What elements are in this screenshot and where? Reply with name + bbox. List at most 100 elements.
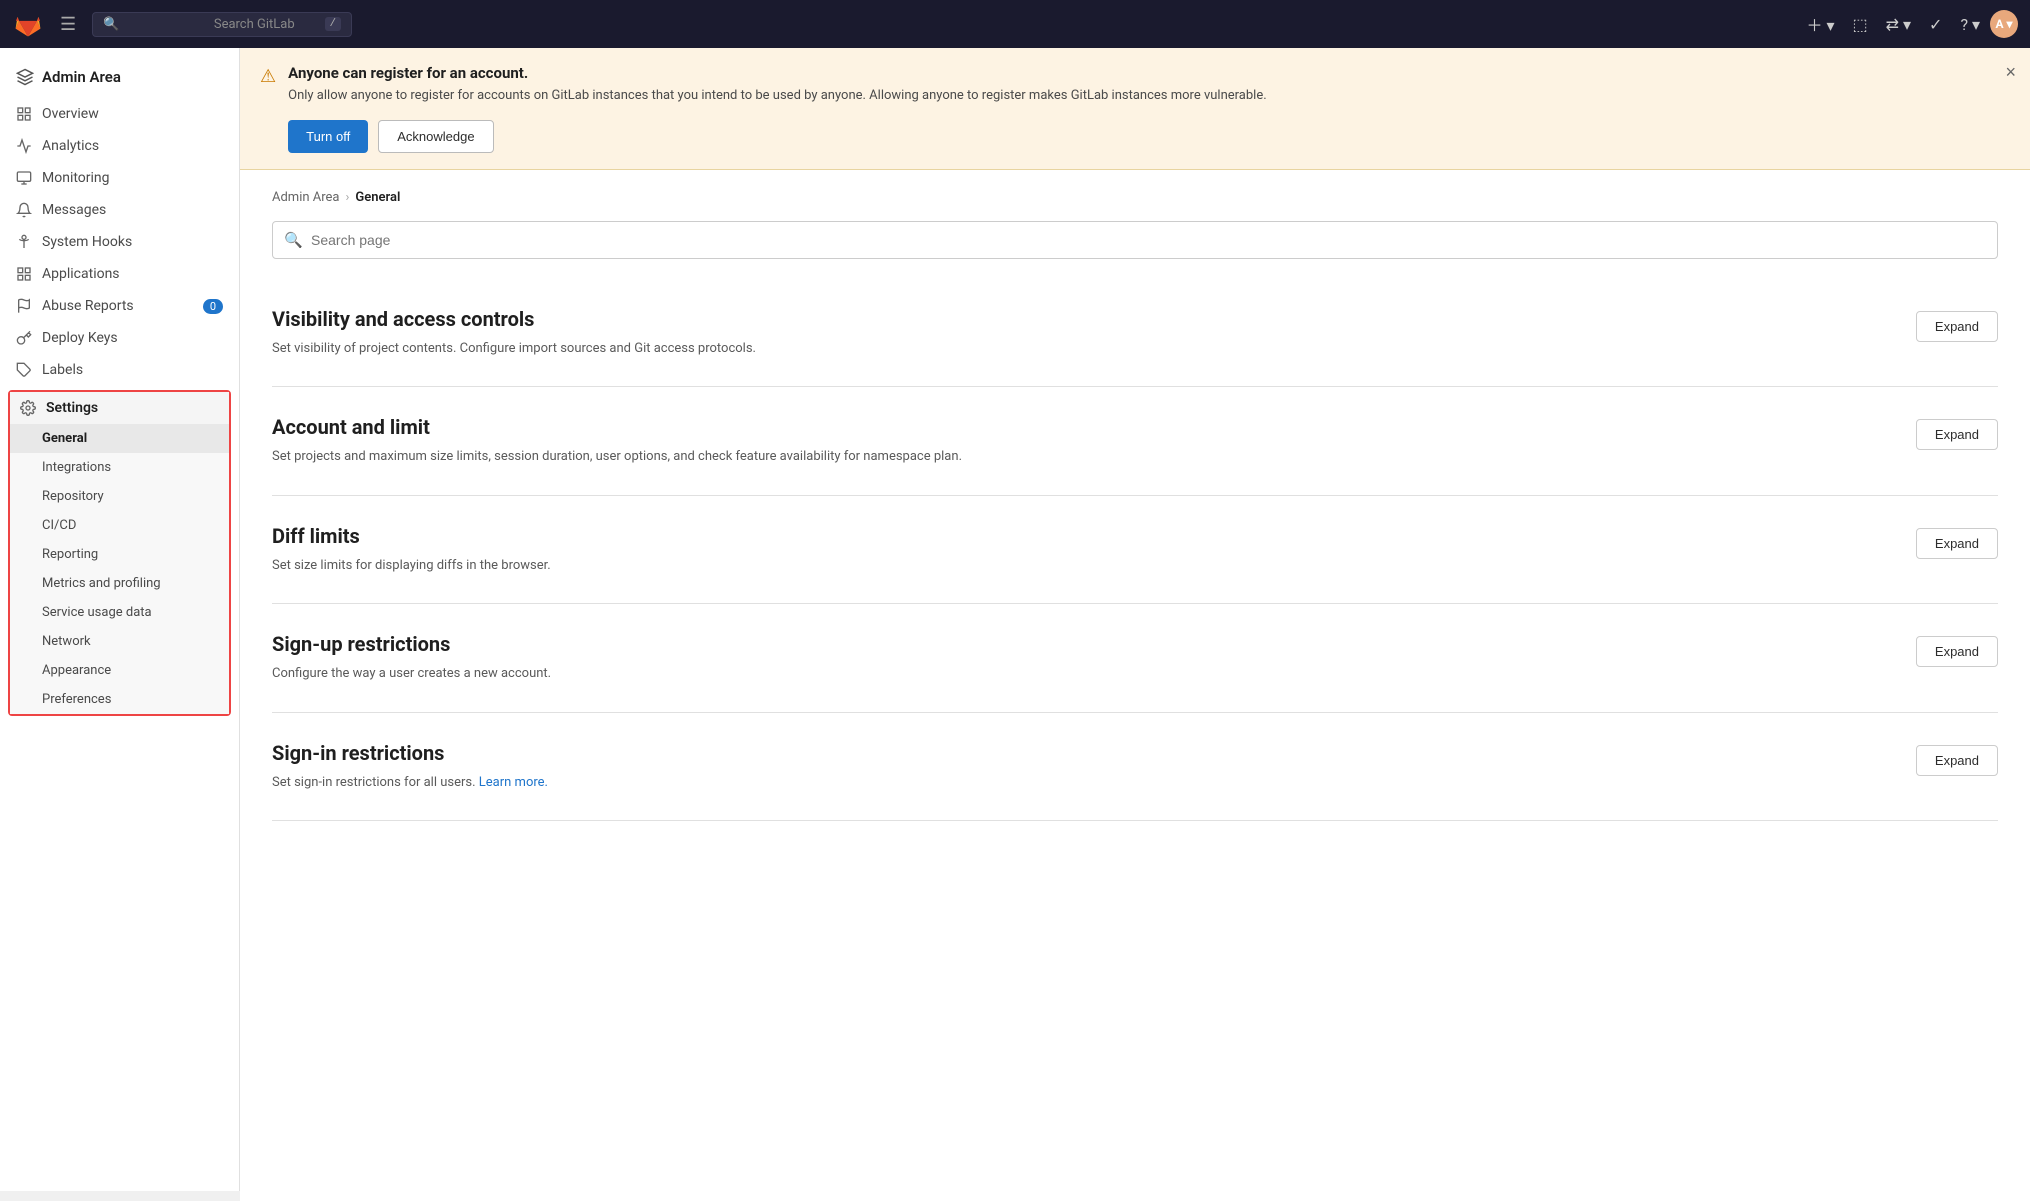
system-hooks-icon [16, 234, 32, 250]
section-description: Set sign-in restrictions for all users. … [272, 773, 548, 793]
section-title: Sign-up restrictions [272, 632, 551, 656]
sidebar-item-label: Overview [42, 106, 99, 122]
sidebar-subitem-metrics[interactable]: Metrics and profiling [10, 569, 229, 598]
section-description: Set projects and maximum size limits, se… [272, 447, 962, 467]
sidebar-item-label: Applications [42, 266, 120, 282]
main-content: ⚠ Anyone can register for an account. On… [240, 48, 2030, 1201]
warning-icon: ⚠ [260, 66, 276, 87]
section-title: Visibility and access controls [272, 307, 756, 331]
section-text: Visibility and access controls Set visib… [272, 307, 756, 359]
section-text: Account and limit Set projects and maxim… [272, 415, 962, 467]
section-header: Sign-in restrictions Set sign-in restric… [272, 741, 1998, 793]
sidebar-item-label: Deploy Keys [42, 330, 118, 346]
abuse-reports-icon [16, 298, 32, 314]
messages-icon [16, 202, 32, 218]
sidebar-subitem-service-usage[interactable]: Service usage data [10, 598, 229, 627]
sidebar-item-messages[interactable]: Messages [0, 194, 239, 226]
expand-signup-button[interactable]: Expand [1916, 636, 1998, 667]
section-header: Sign-up restrictions Configure the way a… [272, 632, 1998, 684]
sidebar-item-monitoring[interactable]: Monitoring [0, 162, 239, 194]
warning-close-button[interactable]: × [2005, 62, 2016, 83]
expand-visibility-button[interactable]: Expand [1916, 311, 1998, 342]
warning-title: Anyone can register for an account. [288, 64, 2006, 82]
expand-signin-button[interactable]: Expand [1916, 745, 1998, 776]
breadcrumb-separator: › [346, 190, 350, 205]
settings-submenu: General Integrations Repository CI/CD Re… [10, 424, 229, 714]
section-signup-restrictions: Sign-up restrictions Configure the way a… [272, 604, 1998, 713]
section-header: Visibility and access controls Set visib… [272, 307, 1998, 359]
expand-diff-button[interactable]: Expand [1916, 528, 1998, 559]
warning-description: Only allow anyone to register for accoun… [288, 86, 2006, 106]
search-shortcut: / [325, 17, 342, 31]
sidebar-subitem-repository[interactable]: Repository [10, 482, 229, 511]
warning-content: Anyone can register for an account. Only… [288, 64, 2006, 153]
section-header: Account and limit Set projects and maxim… [272, 415, 1998, 467]
sidebar-subitem-general[interactable]: General [10, 424, 229, 453]
sidebar-item-abuse-reports[interactable]: Abuse Reports 0 [0, 290, 239, 322]
sidebar-item-applications[interactable]: Applications [0, 258, 239, 290]
labels-icon [16, 362, 32, 378]
sidebar-item-label: System Hooks [42, 234, 132, 250]
warning-banner: ⚠ Anyone can register for an account. On… [240, 48, 2030, 170]
sidebar-subitem-cicd[interactable]: CI/CD [10, 511, 229, 540]
sidebar-subitem-integrations[interactable]: Integrations [10, 453, 229, 482]
search-page-input[interactable] [272, 221, 1998, 259]
breadcrumb-current: General [355, 190, 400, 205]
sidebar-item-overview[interactable]: Overview [0, 98, 239, 130]
todos-icon[interactable]: ✓ [1921, 9, 1950, 40]
sidebar-subitem-preferences[interactable]: Preferences [10, 685, 229, 714]
settings-section: Settings General Integrations Repository… [8, 390, 231, 716]
section-text: Diff limits Set size limits for displayi… [272, 524, 551, 576]
analytics-icon [16, 138, 32, 154]
sidebar-item-analytics[interactable]: Analytics [0, 130, 239, 162]
sidebar-item-label: Monitoring [42, 170, 110, 186]
section-title: Account and limit [272, 415, 962, 439]
sidebar-subitem-network[interactable]: Network [10, 627, 229, 656]
sidebar-item-label: Labels [42, 362, 83, 378]
display-icon[interactable]: ⬚ [1845, 9, 1876, 40]
warning-actions: Turn off Acknowledge [288, 120, 2006, 153]
sidebar-subitem-appearance[interactable]: Appearance [10, 656, 229, 685]
topnav: ☰ 🔍 Search GitLab / ＋ ▾ ⬚ ⇄ ▾ ✓ ? ▾ A ▾ [0, 0, 2030, 48]
section-title: Sign-in restrictions [272, 741, 548, 765]
section-title: Diff limits [272, 524, 551, 548]
applications-icon [16, 266, 32, 282]
search-placeholder: Search GitLab [214, 17, 317, 32]
sidebar-item-labels[interactable]: Labels [0, 354, 239, 386]
search-page-icon: 🔍 [284, 231, 303, 249]
breadcrumb: Admin Area › General [272, 190, 1998, 205]
monitoring-icon [16, 170, 32, 186]
turn-off-button[interactable]: Turn off [288, 120, 368, 153]
sidebar-item-label: Abuse Reports [42, 298, 134, 314]
section-text: Sign-up restrictions Configure the way a… [272, 632, 551, 684]
acknowledge-button[interactable]: Acknowledge [378, 120, 493, 153]
breadcrumb-parent[interactable]: Admin Area [272, 190, 340, 205]
admin-area-icon [16, 68, 34, 86]
settings-icon [20, 400, 36, 416]
section-signin-restrictions: Sign-in restrictions Set sign-in restric… [272, 713, 1998, 822]
sidebar-item-deploy-keys[interactable]: Deploy Keys [0, 322, 239, 354]
sidebar-subitem-reporting[interactable]: Reporting [10, 540, 229, 569]
section-text: Sign-in restrictions Set sign-in restric… [272, 741, 548, 793]
learn-more-link[interactable]: Learn more. [479, 775, 548, 790]
expand-account-button[interactable]: Expand [1916, 419, 1998, 450]
merge-requests-icon[interactable]: ⇄ ▾ [1878, 9, 1919, 40]
section-description: Configure the way a user creates a new a… [272, 664, 551, 684]
section-description: Set size limits for displaying diffs in … [272, 556, 551, 576]
section-account-limit: Account and limit Set projects and maxim… [272, 387, 1998, 496]
new-item-button[interactable]: ＋ ▾ [1798, 6, 1842, 42]
user-avatar[interactable]: A ▾ [1990, 10, 2018, 38]
section-visibility: Visibility and access controls Set visib… [272, 279, 1998, 388]
abuse-reports-badge: 0 [203, 299, 223, 314]
page-content: Admin Area › General 🔍 Visibility and ac… [240, 170, 2030, 1201]
sidebar: Admin Area Overview Analytics Monitoring… [0, 48, 240, 1191]
help-icon[interactable]: ? ▾ [1952, 9, 1988, 40]
sidebar-item-label: Analytics [42, 138, 99, 154]
sidebar-item-system-hooks[interactable]: System Hooks [0, 226, 239, 258]
sidebar-item-label: Messages [42, 202, 106, 218]
gitlab-logo[interactable] [12, 8, 44, 40]
section-diff-limits: Diff limits Set size limits for displayi… [272, 496, 1998, 605]
global-search[interactable]: 🔍 Search GitLab / [92, 12, 352, 37]
hamburger-menu[interactable]: ☰ [52, 10, 84, 39]
sidebar-item-settings[interactable]: Settings [10, 392, 229, 424]
